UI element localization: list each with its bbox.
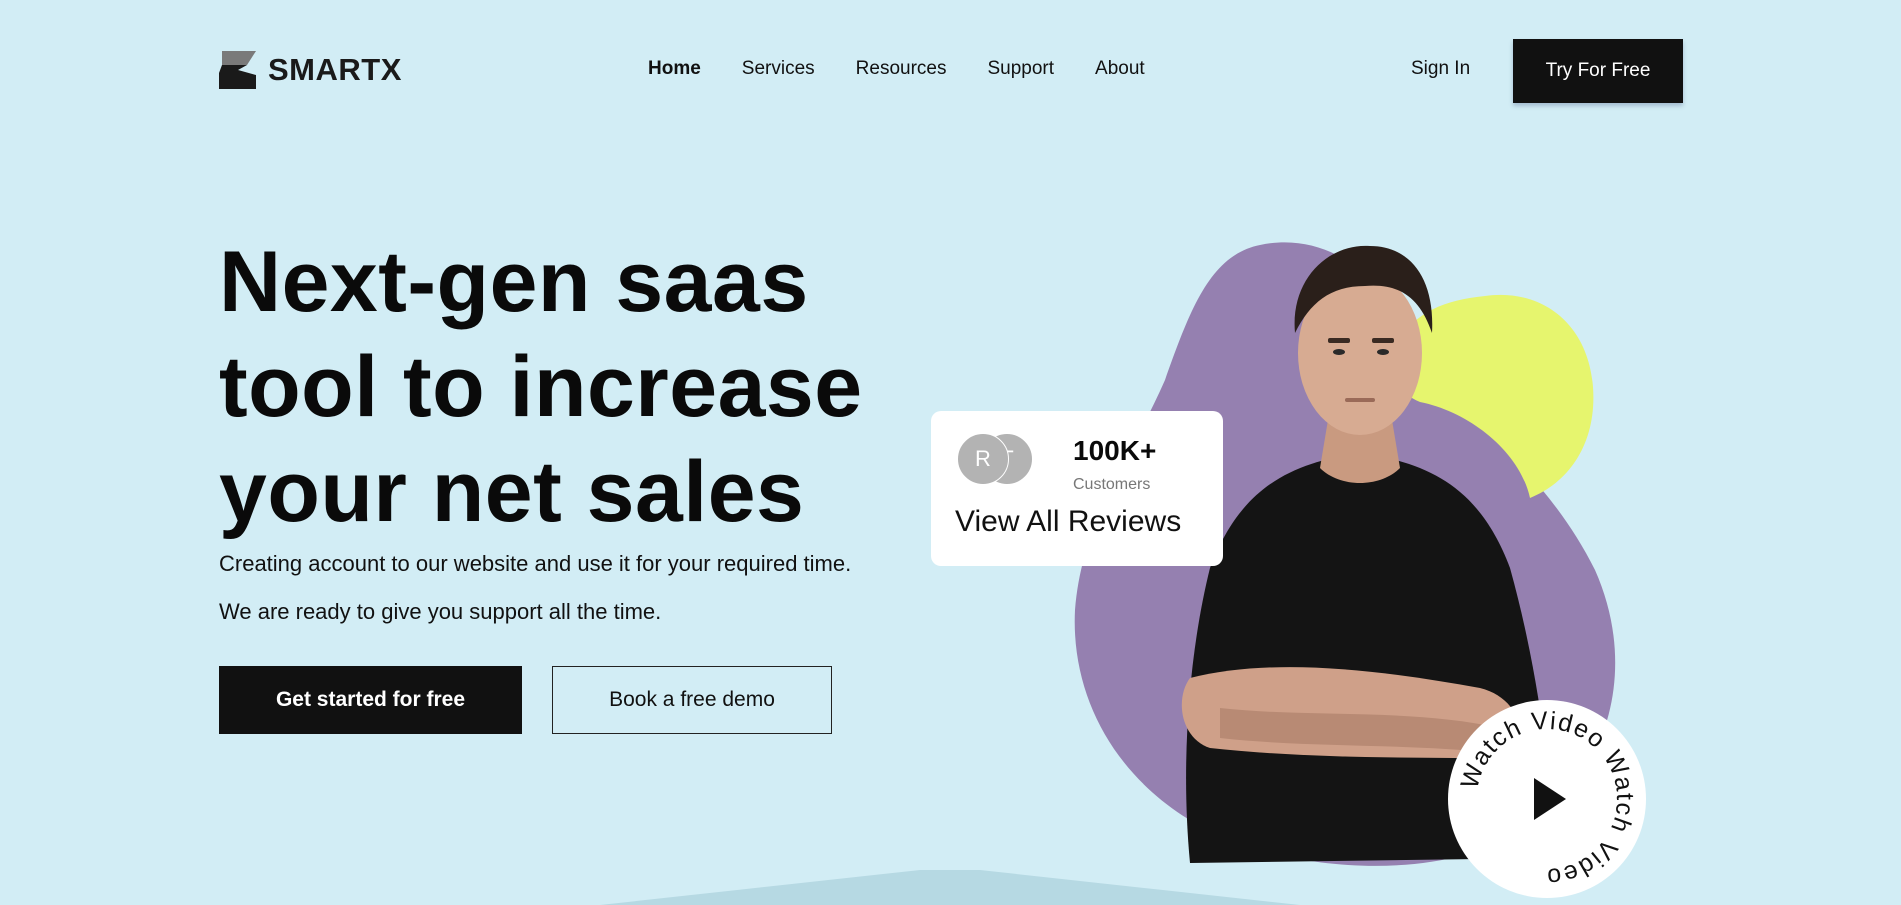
main-nav: Home Services Resources Support About — [648, 58, 1145, 80]
sign-in-link[interactable]: Sign In — [1411, 58, 1470, 80]
customer-count-label: Customers — [1073, 476, 1151, 493]
hero-title: Next-gen saas tool to increase your net … — [219, 234, 863, 540]
reviews-card: R T 100K+ Customers View All Reviews — [931, 411, 1223, 566]
nav-item-about[interactable]: About — [1095, 58, 1145, 80]
brand-logo[interactable]: SMARTX — [219, 51, 402, 89]
hero-subtitle-line2: We are ready to give you support all the… — [219, 599, 662, 624]
book-demo-button[interactable]: Book a free demo — [552, 666, 832, 734]
brand-name: SMARTX — [268, 52, 402, 87]
avatar: R — [957, 433, 1009, 485]
nav-item-resources[interactable]: Resources — [856, 58, 947, 80]
logo-mark-icon — [219, 51, 256, 89]
nav-item-support[interactable]: Support — [987, 58, 1054, 80]
watch-video-button[interactable]: Watch Video Watch Video — [1448, 700, 1646, 898]
try-for-free-button[interactable]: Try For Free — [1513, 39, 1683, 103]
nav-item-services[interactable]: Services — [742, 58, 815, 80]
hero-subtitle-line1: Creating account to our website and use … — [219, 551, 852, 576]
customer-count: 100K+ — [1073, 435, 1157, 466]
view-all-reviews-link[interactable]: View All Reviews — [955, 505, 1181, 539]
nav-item-home[interactable]: Home — [648, 58, 701, 80]
play-icon — [1534, 778, 1566, 820]
circular-text-ring: Watch Video Watch Video — [1455, 707, 1637, 892]
get-started-button[interactable]: Get started for free — [219, 666, 522, 734]
